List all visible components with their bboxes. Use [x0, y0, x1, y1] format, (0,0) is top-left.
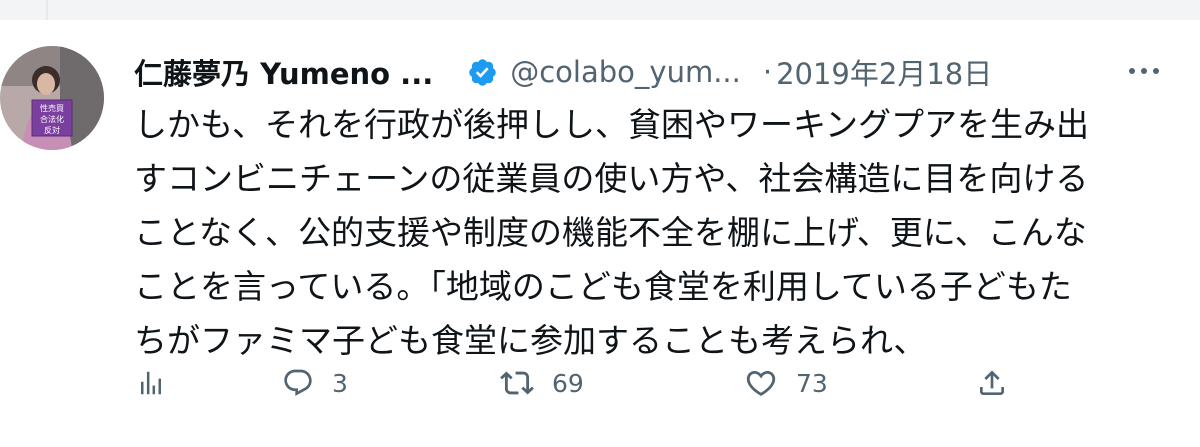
retweet-count: 69: [552, 368, 584, 398]
tweet-text: しかも、それを行政が後押しし、貧困やワーキングプアを生み出 すコンビニチェーンの…: [134, 98, 1174, 368]
reply-count: 3: [332, 368, 348, 398]
tweet-text-line: ことなく、公的支援や制度の機能不全を棚に上げ、更に、こんな: [134, 213, 1087, 252]
heart-icon: [746, 370, 776, 396]
share-icon: [980, 370, 1004, 395]
tweet-text-line: しかも、それを行政が後押しし、貧困やワーキングプアを生み出: [134, 105, 1090, 144]
share-button[interactable]: [976, 360, 1008, 406]
action-bar: 3 69 73: [134, 360, 1034, 406]
protest-sign: 性売買 合法化 反対: [31, 99, 73, 137]
tweet-text-line: ことを言っている。「地域のこども食堂を利用している子どもた: [134, 267, 1072, 306]
reply-icon: [284, 369, 312, 396]
page: 性売買 合法化 反対 仁藤夢乃 Yumeno ... @colabo_yum..…: [0, 0, 1200, 447]
sign-line-1: 性売買: [40, 103, 64, 113]
avatar-photo: 性売買 合法化 反対: [0, 46, 104, 150]
author-name[interactable]: 仁藤夢乃 Yumeno ...: [134, 51, 433, 93]
avatar[interactable]: 性売買 合法化 反対: [0, 46, 104, 150]
separator-dot: ·: [762, 55, 773, 89]
tweet[interactable]: 性売買 合法化 反対 仁藤夢乃 Yumeno ... @colabo_yum..…: [0, 20, 1200, 447]
sign-line-3: 反対: [44, 125, 60, 135]
like-button[interactable]: 73: [744, 360, 828, 406]
top-divider-strip: [0, 0, 1200, 20]
like-count: 73: [796, 368, 828, 398]
more-options-icon[interactable]: [1126, 58, 1162, 84]
verified-badge-icon[interactable]: [467, 57, 498, 88]
analytics-icon: [141, 371, 161, 395]
reply-button[interactable]: 3: [282, 360, 348, 406]
tweet-header: 仁藤夢乃 Yumeno ... @colabo_yum... · 2019年2月…: [134, 50, 992, 94]
retweet-button[interactable]: 69: [500, 360, 584, 406]
analytics-button[interactable]: [136, 360, 166, 406]
tweet-text-line: すコンビニチェーンの従業員の使い方や、社会構造に目を向ける: [134, 159, 1089, 198]
author-handle[interactable]: @colabo_yum...: [510, 55, 741, 89]
sign-line-2: 合法化: [40, 114, 64, 124]
tweet-timestamp[interactable]: 2019年2月18日: [776, 51, 992, 93]
retweet-icon: [500, 371, 534, 395]
